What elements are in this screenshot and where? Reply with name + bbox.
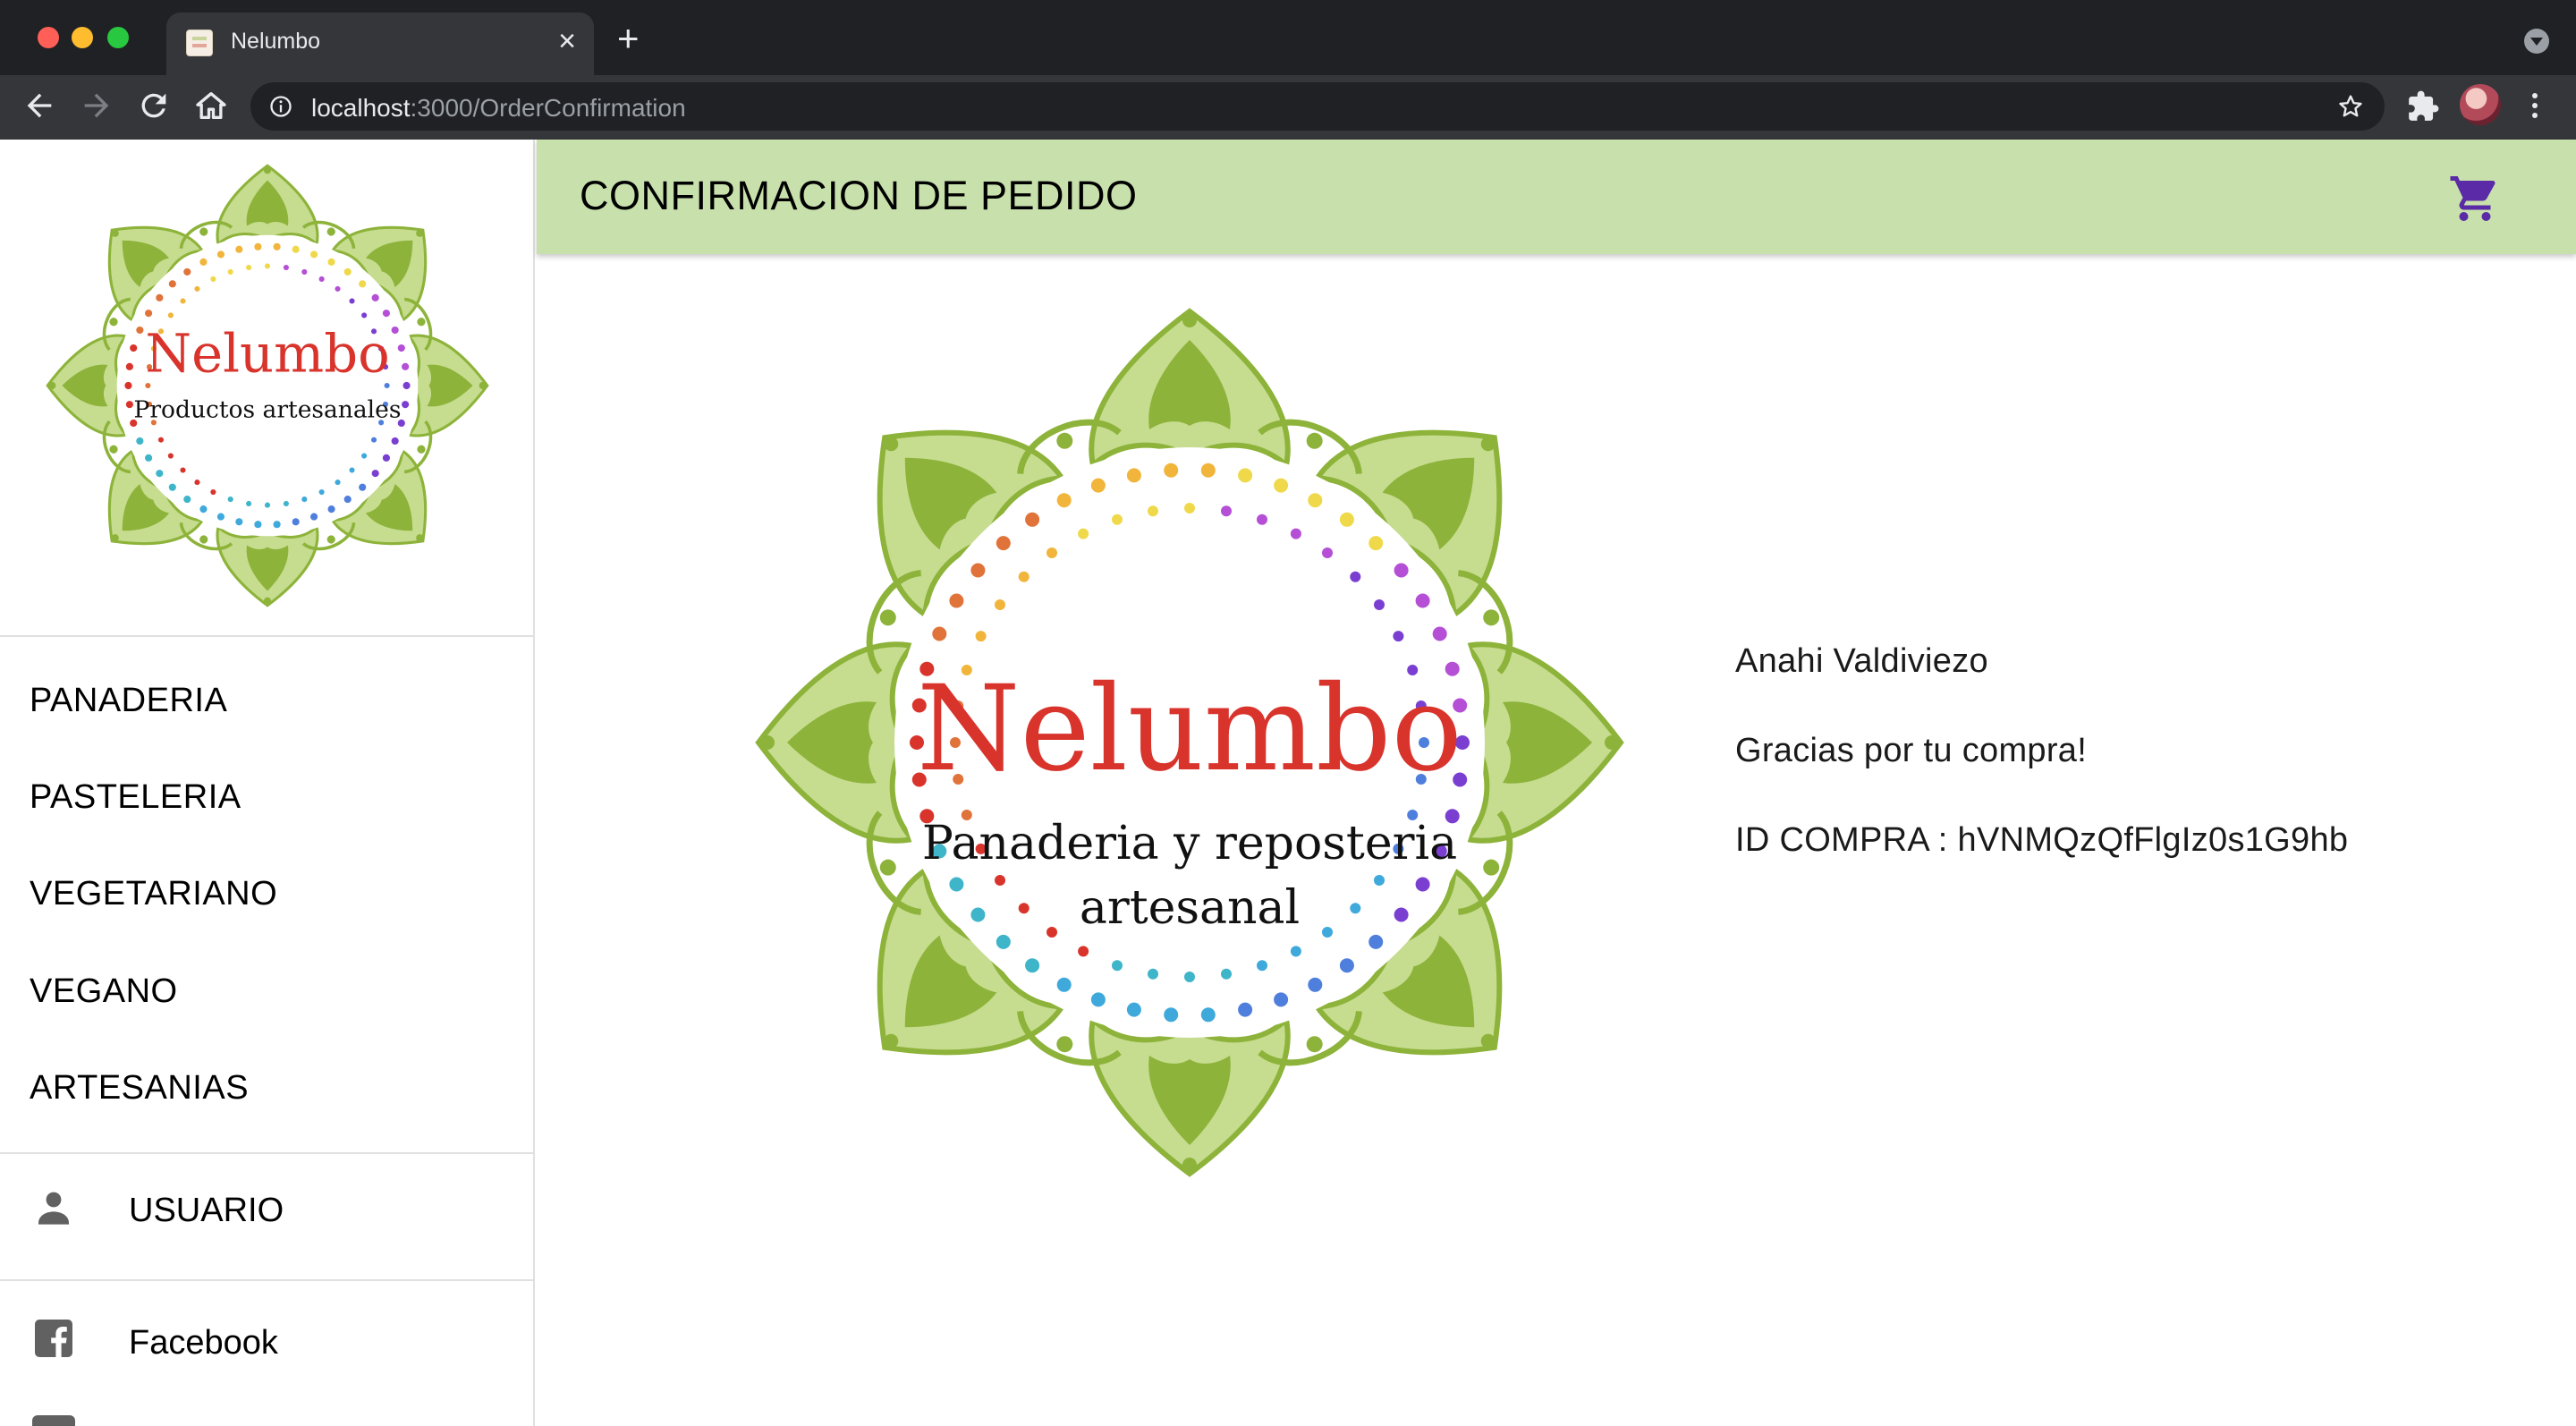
address-bar[interactable]: localhost:3000/OrderConfirmation [250,82,2385,131]
drawer-divider [0,1152,533,1154]
home-icon[interactable] [193,88,229,123]
browser-menu-icon[interactable] [2529,89,2540,122]
browser-tab[interactable]: Nelumbo × [166,13,594,75]
favicon-icon [186,30,213,56]
site-info-icon[interactable] [268,94,293,119]
facebook-icon [35,1320,72,1357]
forward-arrow-icon[interactable] [79,88,114,123]
window-close-button[interactable] [38,27,59,48]
instagram-icon[interactable] [32,1415,75,1426]
bookmark-star-icon[interactable] [2336,92,2365,121]
extensions-puzzle-icon[interactable] [2406,89,2440,123]
category-vegetariano[interactable]: VEGETARIANO [30,875,277,913]
shopping-cart-icon[interactable] [2448,172,2502,225]
nelumbo-main-logo: Nelumbo Panaderia y reposteria artesanal [755,308,1624,1177]
category-artesanias[interactable]: ARTESANIAS [30,1069,249,1108]
back-arrow-icon[interactable] [21,88,57,123]
page-title: CONFIRMACION DE PEDIDO [580,173,1138,218]
category-pasteleria[interactable]: PASTELERIA [30,778,242,817]
window-minimize-button[interactable] [72,27,93,48]
facebook-menu-item[interactable]: Facebook [0,1286,533,1385]
category-vegano[interactable]: VEGANO [30,972,178,1011]
purchase-id: ID COMPRA : hVNMQzQfFlgIz0s1G9hb [1735,821,2349,859]
url-text: localhost:3000/OrderConfirmation [311,94,686,122]
reload-icon[interactable] [136,88,172,123]
main-logo-line1: Panaderia y reposteria [922,817,1457,870]
facebook-menu-label: Facebook [129,1324,278,1362]
person-icon [38,1192,69,1225]
main-logo-line2: artesanal [1080,881,1300,935]
profile-avatar[interactable] [2460,84,2501,125]
navigation-drawer: Nelumbo Productos artesanales PANADERIA … [0,140,535,1426]
user-menu-label: USUARIO [129,1192,284,1229]
customer-name: Anahi Valdiviezo [1735,642,1988,680]
logo-title: Nelumbo [145,323,389,385]
nelumbo-logo: Nelumbo Productos artesanales [46,164,489,607]
drawer-divider [0,1279,533,1281]
drawer-divider [0,635,533,637]
user-menu-item[interactable]: USUARIO [0,1159,533,1258]
tab-close-icon[interactable]: × [558,23,576,59]
tab-search-icon[interactable] [2524,29,2549,54]
logo-subtitle: Productos artesanales [134,396,402,424]
logo-mandala-frame [46,164,489,607]
tab-title: Nelumbo [231,29,321,54]
main-logo-title: Nelumbo [917,660,1462,798]
category-panaderia[interactable]: PANADERIA [30,682,227,720]
app-bar: CONFIRMACION DE PEDIDO [537,140,2576,254]
browser-tab-bar: Nelumbo × + [0,0,2576,75]
new-tab-button[interactable]: + [617,20,640,57]
window-maximize-button[interactable] [107,27,129,48]
thank-you-message: Gracias por tu compra! [1735,732,2088,769]
